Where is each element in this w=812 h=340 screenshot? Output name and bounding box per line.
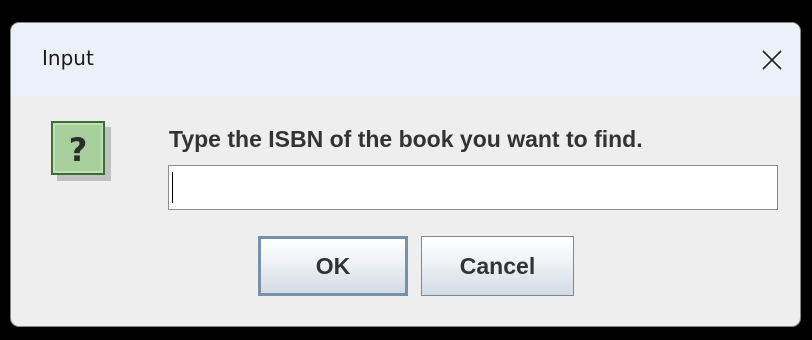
ok-button[interactable]: OK — [258, 236, 408, 296]
title-bar: Input — [11, 23, 800, 96]
input-dialog: Input ? Type the ISBN of the book you wa… — [10, 22, 801, 327]
isbn-input[interactable] — [168, 165, 778, 210]
window-title: Input — [42, 46, 94, 70]
close-button[interactable] — [744, 23, 800, 96]
cancel-button[interactable]: Cancel — [421, 236, 574, 296]
question-mark: ? — [69, 131, 88, 169]
prompt-label: Type the ISBN of the book you want to fi… — [169, 126, 643, 152]
screen: Input ? Type the ISBN of the book you wa… — [0, 0, 812, 340]
close-icon — [762, 49, 782, 70]
text-caret — [172, 172, 173, 203]
question-icon: ? — [51, 121, 111, 181]
